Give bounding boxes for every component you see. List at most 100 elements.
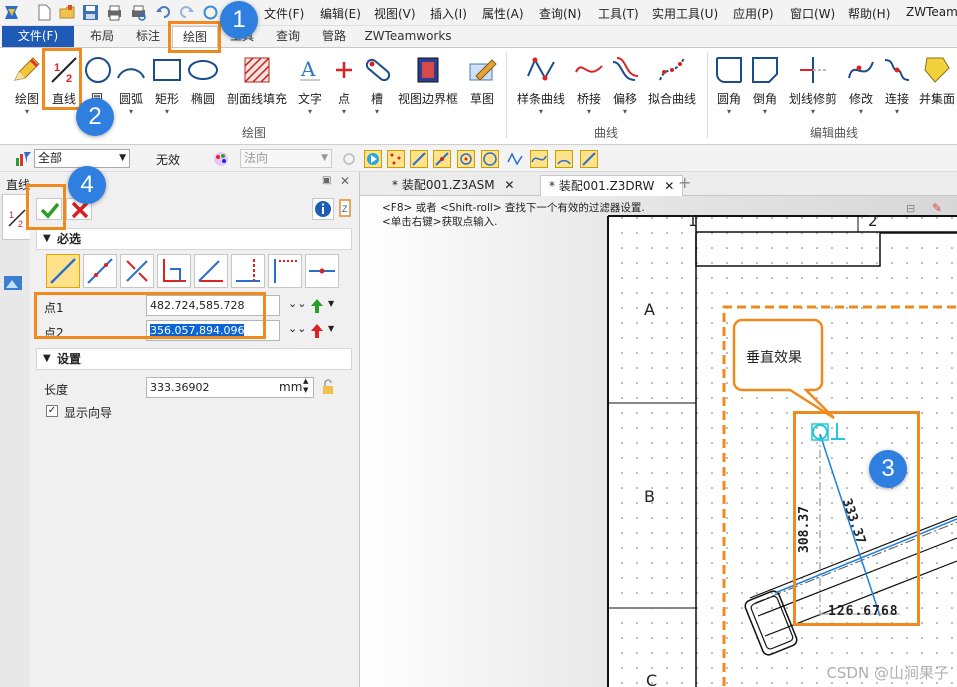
tab-query[interactable]: 查询: [266, 26, 310, 47]
restore-view-icon[interactable]: ⊟: [906, 202, 915, 215]
info-button[interactable]: [312, 198, 334, 220]
ribbon-point-button[interactable]: 点 ▾: [328, 54, 360, 117]
view-boundary-icon: [417, 57, 439, 83]
settings-section-header[interactable]: ▼ 设置: [36, 348, 352, 370]
watermark: CSDN @山涧果子: [826, 664, 949, 682]
length-input[interactable]: 333.36902 mm ▲ ▼: [146, 377, 314, 398]
line-option-bisector[interactable]: [305, 254, 339, 288]
ribbon-view-boundary-button[interactable]: 视图边界框: [396, 54, 460, 107]
add-tab-icon[interactable]: +: [678, 173, 691, 192]
snap-perpendicular-icon[interactable]: [580, 150, 598, 168]
snap-play-icon[interactable]: [364, 150, 382, 168]
help-button[interactable]: Z: [338, 198, 354, 220]
pin-icon[interactable]: ▣: [322, 175, 331, 186]
save-icon[interactable]: [82, 4, 99, 21]
menu-attribute[interactable]: 属性(A): [482, 5, 524, 22]
tab-annotation[interactable]: 标注: [126, 26, 170, 47]
expand-down-icon[interactable]: ⌄⌄: [288, 297, 306, 310]
snap-endpoint-icon[interactable]: [410, 150, 428, 168]
redo-icon[interactable]: [178, 4, 195, 21]
line-option-vertical[interactable]: [231, 254, 265, 288]
point-red-icon[interactable]: [308, 322, 326, 340]
ribbon-union-face-button[interactable]: 并集面: [918, 54, 956, 107]
highlight-ok-button: [26, 184, 66, 230]
highlight-draw-tab: [168, 21, 221, 53]
ribbon-ellipse-button[interactable]: 椭圆: [186, 54, 220, 107]
menu-edit[interactable]: 编辑(E): [320, 5, 361, 22]
close-icon[interactable]: ✕: [504, 178, 514, 192]
menu-help[interactable]: 帮助(H): [848, 5, 890, 22]
line-option-horizontal-offset[interactable]: [268, 254, 302, 288]
highlight-line-button: [42, 48, 82, 110]
line-option-angular[interactable]: [194, 254, 228, 288]
snap-curve-icon[interactable]: [506, 150, 524, 168]
doc-tab-drw[interactable]: * 装配001.Z3DRW ✕: [540, 175, 684, 196]
line-option-perpendicular[interactable]: [157, 254, 191, 288]
ribbon-join-button[interactable]: 连接 ▾: [880, 54, 914, 117]
pen-icon[interactable]: ✎: [932, 201, 942, 215]
chevron-down-icon[interactable]: ▼: [328, 324, 334, 333]
snap-arc-icon[interactable]: [555, 150, 573, 168]
ribbon-chamfer-button[interactable]: 倒角 ▾: [748, 54, 782, 117]
tab-file[interactable]: 文件(F): [2, 26, 74, 47]
filter-select[interactable]: 全部 ▼: [34, 149, 130, 168]
snap-center-icon[interactable]: [457, 150, 475, 168]
filter-icon[interactable]: [14, 150, 32, 168]
menu-apps[interactable]: 应用(P): [733, 5, 774, 22]
menu-tools[interactable]: 工具(T): [598, 5, 639, 22]
ribbon-hatch-button[interactable]: 剖面线填充: [224, 54, 290, 107]
color-palette-icon[interactable]: [212, 150, 230, 168]
line-option-two-points[interactable]: [46, 254, 80, 288]
print-icon[interactable]: [106, 4, 123, 21]
print-preview-icon[interactable]: [130, 4, 147, 21]
ribbon-trim-button[interactable]: 划线修剪 ▾: [786, 54, 840, 117]
tab-zwteamworks[interactable]: ZWTeamworks: [360, 26, 456, 47]
ribbon-panel: 绘图 ▾ 12 直线 圆 ▾ 圆弧 ▾ 矩形 ▾ 椭圆 剖面线填充 A 文字 ▾…: [0, 47, 957, 145]
menu-window[interactable]: 窗口(W): [790, 5, 835, 22]
ribbon-bridge-button[interactable]: 桥接 ▾: [572, 54, 606, 117]
menu-file[interactable]: 文件(F): [264, 5, 304, 22]
snap-tangent-icon[interactable]: [530, 150, 548, 168]
ribbon-rectangle-button[interactable]: 矩形 ▾: [150, 54, 184, 117]
tab-piping[interactable]: 管路: [312, 26, 356, 47]
menu-insert[interactable]: 插入(I): [430, 5, 467, 22]
menu-query[interactable]: 查询(N): [539, 5, 581, 22]
line-option-polyline[interactable]: [83, 254, 117, 288]
show-guide-checkbox[interactable]: ✓: [46, 405, 58, 417]
menu-utilities[interactable]: 实用工具(U): [652, 5, 718, 22]
step-badge-3: 3: [869, 450, 907, 488]
ribbon-modify-button[interactable]: 修改 ▾: [844, 54, 878, 117]
snap-quadrant-icon[interactable]: [481, 150, 499, 168]
menu-zwteamworks[interactable]: ZWTeamw: [906, 5, 957, 19]
snap-toggle-icon[interactable]: [340, 150, 358, 168]
tab-layout[interactable]: 布局: [80, 26, 124, 47]
spinner-icon[interactable]: ▲ ▼: [303, 377, 308, 395]
close-icon[interactable]: ✕: [340, 174, 350, 188]
ribbon-text-button[interactable]: A 文字 ▾: [294, 54, 326, 117]
lock-icon[interactable]: [320, 379, 336, 395]
menu-view[interactable]: 视图(V): [374, 5, 416, 22]
undo-icon[interactable]: [155, 4, 172, 21]
expand-down-icon[interactable]: ⌄⌄: [288, 322, 306, 335]
ribbon-slot-button[interactable]: 槽 ▾: [362, 54, 392, 117]
new-file-icon[interactable]: [36, 4, 53, 21]
ribbon-arc-button[interactable]: 圆弧 ▾: [114, 54, 148, 117]
chevron-down-icon[interactable]: ▼: [328, 299, 334, 308]
ribbon-fit-curve-button[interactable]: 拟合曲线: [644, 54, 700, 107]
snap-points-icon[interactable]: [387, 150, 405, 168]
open-folder-icon[interactable]: [59, 4, 76, 21]
row-label-a: A: [644, 300, 655, 319]
close-icon[interactable]: ✕: [664, 179, 674, 193]
point-green-icon[interactable]: [308, 297, 326, 315]
doc-tab-asm[interactable]: * 装配001.Z3ASM ✕: [384, 175, 522, 196]
required-section-header[interactable]: ▼ 必选: [36, 228, 352, 250]
ribbon-offset-button[interactable]: 偏移 ▾: [608, 54, 642, 117]
ribbon-spline-button[interactable]: 样条曲线 ▾: [514, 54, 568, 117]
vtab-view[interactable]: [2, 272, 28, 298]
line-option-angle[interactable]: [120, 254, 154, 288]
ribbon-fillet-button[interactable]: 圆角 ▾: [712, 54, 746, 117]
ribbon-sketch-button[interactable]: 草图: [464, 54, 500, 107]
regen-icon[interactable]: [202, 4, 219, 21]
collapse-arrow-icon: ▼: [43, 233, 51, 244]
snap-midpoint-icon[interactable]: [433, 150, 451, 168]
